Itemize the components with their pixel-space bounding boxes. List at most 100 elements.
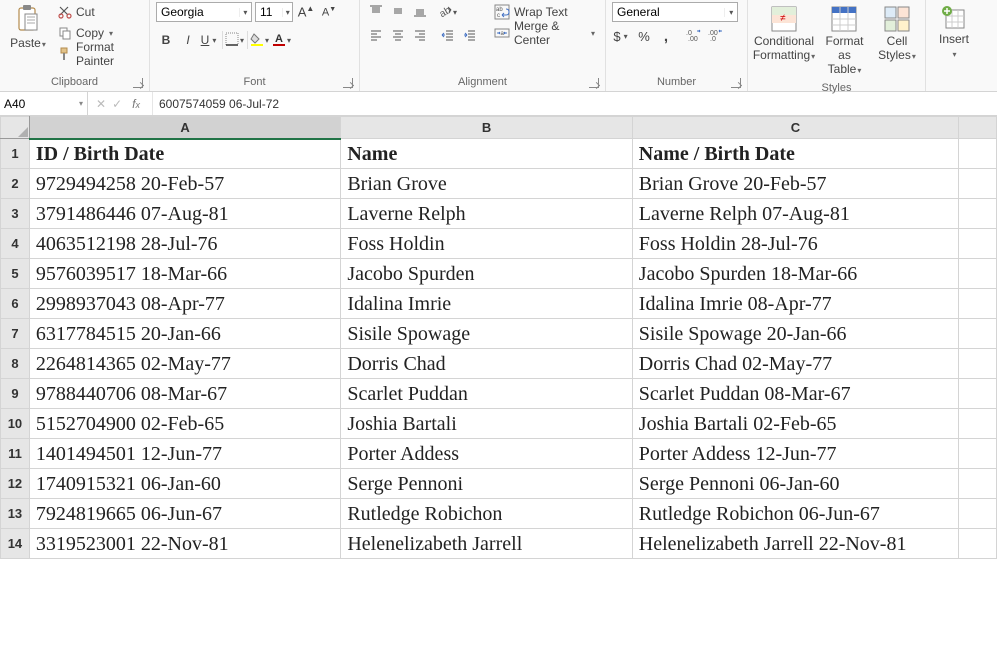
paste-button[interactable]: Paste▾ bbox=[6, 2, 50, 54]
cell[interactable]: Laverne Relph 07-Aug-81 bbox=[632, 199, 958, 229]
cell[interactable]: Scarlet Puddan 08-Mar-67 bbox=[632, 379, 958, 409]
italic-button[interactable]: I bbox=[178, 30, 198, 50]
cell[interactable] bbox=[959, 169, 997, 199]
cut-button[interactable]: Cut bbox=[54, 2, 143, 22]
align-left-button[interactable] bbox=[366, 26, 386, 46]
font-size-combo[interactable]: ▾ bbox=[255, 2, 293, 22]
row-header[interactable]: 7 bbox=[1, 319, 30, 349]
orientation-button[interactable]: ab▾ bbox=[438, 2, 458, 22]
cell[interactable] bbox=[959, 319, 997, 349]
row-header[interactable]: 9 bbox=[1, 379, 30, 409]
cell[interactable]: Foss Holdin bbox=[341, 229, 632, 259]
cell[interactable]: 5152704900 02-Feb-65 bbox=[29, 409, 340, 439]
bold-button[interactable]: B bbox=[156, 30, 176, 50]
fill-color-button[interactable]: ▾ bbox=[250, 30, 270, 50]
cell[interactable]: Scarlet Puddan bbox=[341, 379, 632, 409]
merge-center-button[interactable]: a Merge & Center ▾ bbox=[490, 23, 599, 43]
cell[interactable]: Brian Grove bbox=[341, 169, 632, 199]
formula-input[interactable]: 6007574059 06-Jul-72 bbox=[153, 97, 997, 111]
align-center-button[interactable] bbox=[388, 26, 408, 46]
cell[interactable]: Dorris Chad bbox=[341, 349, 632, 379]
cell[interactable]: 7924819665 06-Jun-67 bbox=[29, 499, 340, 529]
dropdown-icon[interactable]: ▾ bbox=[724, 8, 737, 17]
font-size-input[interactable] bbox=[256, 5, 282, 19]
cell[interactable]: 1740915321 06-Jan-60 bbox=[29, 469, 340, 499]
comma-button[interactable]: , bbox=[656, 26, 676, 46]
cell[interactable]: ID / Birth Date bbox=[29, 139, 340, 169]
row-header[interactable]: 5 bbox=[1, 259, 30, 289]
cell[interactable]: 3319523001 22-Nov-81 bbox=[29, 529, 340, 559]
row-header[interactable]: 13 bbox=[1, 499, 30, 529]
dialog-launcher-icon[interactable] bbox=[589, 78, 599, 88]
cell[interactable]: Porter Addess 12-Jun-77 bbox=[632, 439, 958, 469]
increase-indent-button[interactable] bbox=[460, 26, 480, 46]
decrease-indent-button[interactable] bbox=[438, 26, 458, 46]
cell[interactable] bbox=[959, 439, 997, 469]
cell[interactable]: Rutledge Robichon bbox=[341, 499, 632, 529]
dialog-launcher-icon[interactable] bbox=[133, 78, 143, 88]
fx-icon[interactable]: fx bbox=[128, 97, 144, 111]
cell[interactable]: Name / Birth Date bbox=[632, 139, 958, 169]
font-name-combo[interactable]: ▾ bbox=[156, 2, 252, 22]
cell[interactable]: 9729494258 20-Feb-57 bbox=[29, 169, 340, 199]
number-format-combo[interactable]: ▾ bbox=[612, 2, 738, 22]
align-bottom-button[interactable] bbox=[410, 2, 430, 22]
cell[interactable]: Brian Grove 20-Feb-57 bbox=[632, 169, 958, 199]
accounting-format-button[interactable]: $▾ bbox=[612, 26, 632, 46]
cell[interactable]: Laverne Relph bbox=[341, 199, 632, 229]
cell[interactable]: Serge Pennoni 06-Jan-60 bbox=[632, 469, 958, 499]
cell[interactable] bbox=[959, 289, 997, 319]
cell[interactable]: 4063512198 28-Jul-76 bbox=[29, 229, 340, 259]
cell[interactable] bbox=[959, 349, 997, 379]
dialog-launcher-icon[interactable] bbox=[731, 78, 741, 88]
font-name-input[interactable] bbox=[157, 5, 239, 19]
column-header-a[interactable]: A bbox=[29, 117, 340, 139]
row-header[interactable]: 2 bbox=[1, 169, 30, 199]
cell[interactable]: Foss Holdin 28-Jul-76 bbox=[632, 229, 958, 259]
conditional-formatting-button[interactable]: ≠ Conditional Formatting▾ bbox=[754, 2, 814, 66]
align-top-button[interactable] bbox=[366, 2, 386, 22]
row-header[interactable]: 14 bbox=[1, 529, 30, 559]
cell[interactable]: 1401494501 12-Jun-77 bbox=[29, 439, 340, 469]
name-box[interactable]: ▾ bbox=[0, 92, 88, 115]
increase-font-button[interactable]: A▲ bbox=[296, 2, 316, 22]
percent-button[interactable]: % bbox=[634, 26, 654, 46]
dropdown-icon[interactable]: ▾ bbox=[79, 99, 83, 108]
cell[interactable] bbox=[959, 259, 997, 289]
cell[interactable]: Joshia Bartali bbox=[341, 409, 632, 439]
font-color-button[interactable]: A▾ bbox=[272, 30, 292, 50]
cell[interactable]: 9576039517 18-Mar-66 bbox=[29, 259, 340, 289]
increase-decimal-button[interactable]: .0.00 bbox=[684, 26, 704, 46]
cell[interactable] bbox=[959, 199, 997, 229]
cell[interactable]: Sisile Spowage 20-Jan-66 bbox=[632, 319, 958, 349]
column-header-d[interactable] bbox=[959, 117, 997, 139]
row-header[interactable]: 10 bbox=[1, 409, 30, 439]
underline-button[interactable]: U▾ bbox=[200, 30, 220, 50]
select-all-corner[interactable] bbox=[1, 117, 30, 139]
row-header[interactable]: 11 bbox=[1, 439, 30, 469]
align-right-button[interactable] bbox=[410, 26, 430, 46]
cell[interactable]: 2998937043 08-Apr-77 bbox=[29, 289, 340, 319]
cell[interactable] bbox=[959, 469, 997, 499]
format-as-table-button[interactable]: Format as Table▾ bbox=[818, 2, 871, 80]
cell[interactable]: Idalina Imrie bbox=[341, 289, 632, 319]
borders-button[interactable]: ▾ bbox=[225, 30, 245, 50]
cancel-icon[interactable]: ✕ bbox=[96, 97, 106, 111]
cell[interactable]: Jacobo Spurden bbox=[341, 259, 632, 289]
cell-styles-button[interactable]: Cell Styles▾ bbox=[875, 2, 919, 66]
insert-button[interactable]: Insert▾ bbox=[932, 2, 976, 64]
row-header[interactable]: 12 bbox=[1, 469, 30, 499]
cell[interactable]: Idalina Imrie 08-Apr-77 bbox=[632, 289, 958, 319]
decrease-font-button[interactable]: A▼ bbox=[319, 2, 339, 22]
row-header[interactable]: 8 bbox=[1, 349, 30, 379]
dropdown-icon[interactable]: ▾ bbox=[282, 8, 292, 17]
cell[interactable]: Name bbox=[341, 139, 632, 169]
row-header[interactable]: 1 bbox=[1, 139, 30, 169]
cell[interactable] bbox=[959, 499, 997, 529]
row-header[interactable]: 3 bbox=[1, 199, 30, 229]
dropdown-icon[interactable]: ▾ bbox=[239, 8, 251, 17]
row-header[interactable]: 4 bbox=[1, 229, 30, 259]
column-header-b[interactable]: B bbox=[341, 117, 632, 139]
cell[interactable]: Rutledge Robichon 06-Jun-67 bbox=[632, 499, 958, 529]
dialog-launcher-icon[interactable] bbox=[343, 78, 353, 88]
